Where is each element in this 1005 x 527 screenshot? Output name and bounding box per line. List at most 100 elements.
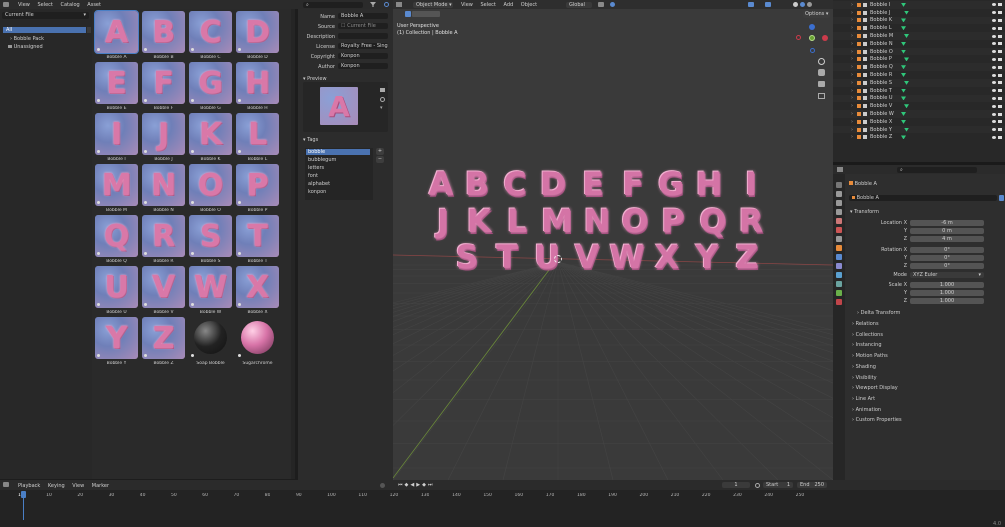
bobble-letter-object[interactable]: C bbox=[497, 165, 533, 203]
chevron-right-icon[interactable]: › bbox=[851, 95, 853, 101]
outliner-row[interactable]: › Bobble I bbox=[833, 1, 1005, 9]
asset-thumbnail[interactable]: X bbox=[236, 266, 279, 308]
rotation-x-field[interactable]: 0° bbox=[910, 247, 984, 253]
tag-item[interactable]: alphabet bbox=[306, 181, 370, 187]
camera-icon[interactable] bbox=[998, 81, 1002, 85]
outliner-row[interactable]: › Bobble P bbox=[833, 56, 1005, 64]
asset-thumbnail[interactable]: P bbox=[236, 164, 279, 206]
bobble-letter-object[interactable]: G bbox=[653, 165, 689, 203]
asset-thumbnail[interactable]: F bbox=[142, 62, 185, 104]
asset-thumbnail[interactable]: M bbox=[95, 164, 138, 206]
location-x-field[interactable]: -6 m bbox=[910, 220, 984, 226]
description-field[interactable] bbox=[338, 33, 388, 39]
chevron-right-icon[interactable]: › bbox=[851, 17, 853, 23]
folder-icon[interactable] bbox=[380, 88, 385, 92]
outliner-row[interactable]: › Bobble X bbox=[833, 118, 1005, 126]
pin-icon[interactable] bbox=[999, 195, 1004, 201]
bobble-letter-object[interactable]: Z bbox=[729, 238, 765, 276]
bobble-letter-object[interactable]: O bbox=[617, 202, 653, 240]
outliner-row[interactable]: › Bobble Q bbox=[833, 63, 1005, 72]
menu-select[interactable]: Select bbox=[37, 2, 52, 8]
record-icon[interactable] bbox=[380, 483, 385, 488]
tag-item[interactable]: bubblegum bbox=[306, 157, 370, 163]
asset-thumbnail[interactable]: Z bbox=[142, 317, 185, 359]
license-field[interactable]: Royalty Free - Singl... bbox=[338, 43, 388, 49]
jump-end-icon[interactable]: ⏭ bbox=[428, 482, 435, 488]
camera-icon[interactable] bbox=[998, 57, 1002, 61]
asset-thumbnail[interactable]: V bbox=[142, 266, 185, 308]
outliner-row[interactable]: › Bobble J bbox=[833, 9, 1005, 17]
scale-x-field[interactable]: 1.000 bbox=[910, 282, 984, 288]
rotation-y-field[interactable]: 0° bbox=[910, 255, 984, 261]
asset-thumbnail[interactable]: Y bbox=[95, 317, 138, 359]
eye-icon[interactable] bbox=[992, 34, 996, 38]
bobble-letter-object[interactable]: N bbox=[579, 202, 615, 240]
rotation-z-field[interactable]: 0° bbox=[910, 263, 984, 269]
outliner-row[interactable]: › Bobble U bbox=[833, 94, 1005, 103]
constraints-tab-icon[interactable] bbox=[836, 281, 842, 287]
chevron-right-icon[interactable]: › bbox=[851, 64, 853, 70]
asset-thumbnail[interactable]: B bbox=[142, 11, 185, 53]
chevron-right-icon[interactable]: › bbox=[851, 49, 853, 55]
tags-panel-header[interactable]: ▾ Tags bbox=[303, 137, 318, 143]
chevron-right-icon[interactable]: › bbox=[851, 56, 853, 62]
chevron-right-icon[interactable]: › bbox=[851, 80, 853, 86]
asset-thumbnail[interactable] bbox=[236, 317, 279, 359]
bobble-letter-object[interactable]: P bbox=[655, 202, 691, 240]
material-tab-icon[interactable] bbox=[836, 299, 842, 305]
eye-icon[interactable] bbox=[992, 104, 996, 108]
chevron-down-icon[interactable]: ▾ bbox=[380, 105, 383, 111]
chevron-right-icon[interactable]: › bbox=[851, 33, 853, 39]
tag-item[interactable]: font bbox=[306, 173, 370, 179]
asset-thumbnail[interactable]: S bbox=[189, 215, 232, 257]
outliner-row[interactable]: › Bobble O bbox=[833, 47, 1005, 56]
eye-icon[interactable] bbox=[992, 81, 996, 85]
outliner-row[interactable]: › Bobble Z bbox=[833, 134, 1005, 142]
world-tab-icon[interactable] bbox=[836, 227, 842, 233]
asset-thumbnail[interactable]: E bbox=[95, 62, 138, 104]
data-tab-icon[interactable] bbox=[836, 290, 842, 296]
editor-type-icon[interactable] bbox=[3, 482, 9, 487]
camera-icon[interactable] bbox=[998, 18, 1002, 22]
asset-thumbnail[interactable]: Q bbox=[95, 215, 138, 257]
add-tag-button[interactable]: + bbox=[376, 148, 384, 155]
location-z-field[interactable]: 4 m bbox=[910, 236, 984, 242]
properties-section-header[interactable]: › Relations bbox=[852, 321, 879, 327]
bobble-letter-object[interactable]: Q bbox=[695, 202, 731, 240]
properties-section-header[interactable]: › Visibility bbox=[852, 375, 877, 381]
bobble-letter-object[interactable]: J bbox=[425, 202, 461, 240]
chevron-right-icon[interactable]: › bbox=[851, 111, 853, 117]
catalog-item-all[interactable]: All bbox=[3, 27, 86, 33]
asset-thumbnail[interactable]: D bbox=[236, 11, 279, 53]
properties-section-header[interactable]: › Collections bbox=[852, 332, 883, 338]
rotation-mode-select[interactable]: XYZ Euler ▾ bbox=[910, 272, 984, 278]
camera-icon[interactable] bbox=[998, 26, 1002, 30]
name-field[interactable]: Bobble A bbox=[338, 13, 388, 19]
chevron-right-icon[interactable]: › bbox=[851, 127, 853, 133]
bobble-letter-object[interactable]: Y bbox=[689, 238, 725, 276]
menu-catalog[interactable]: Catalog bbox=[61, 2, 80, 8]
outliner-row[interactable]: › Bobble Y bbox=[833, 125, 1005, 134]
end-frame-field[interactable]: End 250 bbox=[797, 482, 827, 488]
properties-search-input[interactable]: ⌕ bbox=[897, 166, 977, 173]
asset-thumbnail[interactable]: K bbox=[189, 113, 232, 155]
camera-icon[interactable] bbox=[998, 120, 1002, 124]
asset-thumbnail[interactable]: A bbox=[94, 10, 139, 54]
refresh-icon[interactable] bbox=[380, 97, 385, 102]
3d-viewport[interactable]: Object Mode ▾ View Select Add Object Glo… bbox=[393, 0, 833, 480]
editor-type-icon[interactable] bbox=[3, 2, 9, 7]
chevron-right-icon[interactable]: › bbox=[851, 41, 853, 47]
bobble-letter-object[interactable]: F bbox=[615, 165, 651, 203]
asset-thumbnail[interactable]: U bbox=[95, 266, 138, 308]
playhead[interactable] bbox=[21, 491, 26, 498]
view-layer-tab-icon[interactable] bbox=[836, 209, 842, 215]
eye-icon[interactable] bbox=[992, 128, 996, 132]
camera-icon[interactable] bbox=[998, 112, 1002, 116]
asset-thumbnail[interactable]: R bbox=[142, 215, 185, 257]
outliner-row[interactable]: › Bobble R bbox=[833, 71, 1005, 79]
bobble-letter-object[interactable]: L bbox=[499, 202, 535, 240]
chevron-right-icon[interactable]: › bbox=[851, 103, 853, 109]
gear-icon[interactable] bbox=[384, 2, 389, 7]
chevron-right-icon[interactable]: › bbox=[851, 25, 853, 31]
outliner-row[interactable]: › Bobble W bbox=[833, 110, 1005, 118]
